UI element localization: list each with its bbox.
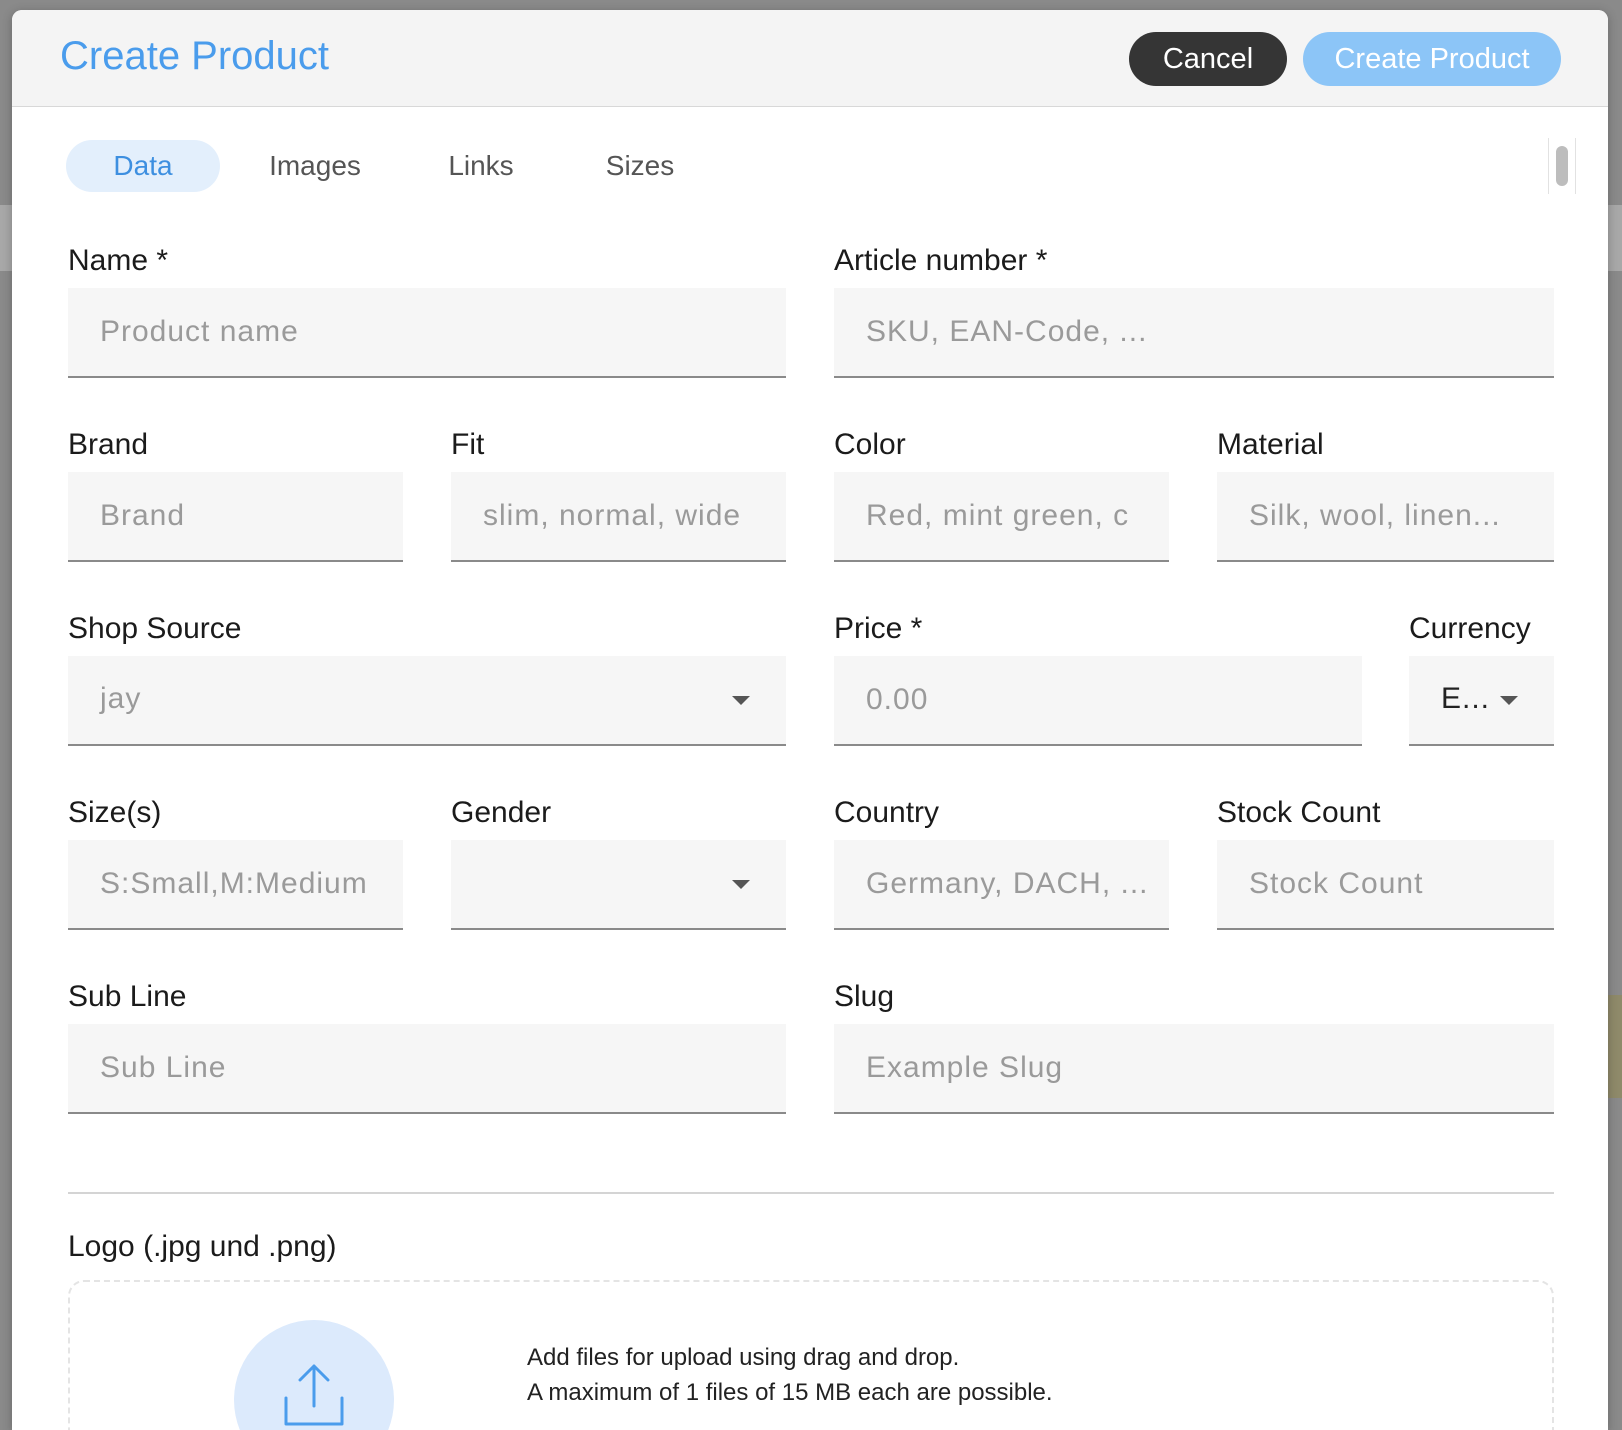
- currency-select[interactable]: E...: [1409, 656, 1554, 746]
- section-divider: [68, 1192, 1554, 1194]
- cancel-button[interactable]: Cancel: [1129, 32, 1287, 86]
- currency-label: Currency: [1409, 612, 1531, 645]
- chevron-down-icon: [1500, 696, 1518, 705]
- chevron-down-icon: [732, 696, 750, 705]
- modal-title: Create Product: [60, 34, 330, 78]
- fit-label: Fit: [451, 428, 485, 461]
- modal-header: Create Product Cancel Create Product: [12, 10, 1608, 107]
- scrollbar-thumb[interactable]: [1556, 146, 1568, 186]
- fit-input[interactable]: [483, 472, 766, 560]
- shop-source-select[interactable]: jay: [68, 656, 786, 746]
- stock-count-input[interactable]: [1249, 840, 1534, 928]
- slug-input[interactable]: [866, 1024, 1534, 1112]
- color-label: Color: [834, 428, 906, 461]
- gender-label: Gender: [451, 796, 552, 829]
- price-label: Price *: [834, 612, 923, 645]
- price-input[interactable]: [866, 656, 1342, 744]
- create-product-modal: Create Product Cancel Create Product Dat…: [12, 10, 1608, 1430]
- country-field: [834, 840, 1169, 930]
- tab-links[interactable]: Links: [421, 140, 541, 192]
- brand-field: [68, 472, 403, 562]
- tab-images[interactable]: Images: [238, 140, 392, 192]
- backdrop-highlight: [1608, 995, 1622, 1098]
- sizes-field: [68, 840, 403, 930]
- upload-hint-line1: Add files for upload using drag and drop…: [527, 1344, 960, 1371]
- sizes-input[interactable]: [100, 840, 383, 928]
- material-input[interactable]: [1249, 472, 1534, 560]
- article-number-input[interactable]: [866, 288, 1534, 376]
- price-field: [834, 656, 1362, 746]
- article-number-field: [834, 288, 1554, 378]
- logo-label: Logo (.jpg und .png): [68, 1230, 337, 1263]
- brand-input[interactable]: [100, 472, 383, 560]
- chevron-down-icon: [732, 880, 750, 889]
- gender-select[interactable]: [451, 840, 786, 930]
- color-field: [834, 472, 1169, 562]
- currency-value: E...: [1441, 682, 1491, 715]
- name-field: [68, 288, 786, 378]
- stock-count-field: [1217, 840, 1554, 930]
- sub-line-field: [68, 1024, 786, 1114]
- upload-button[interactable]: [234, 1320, 394, 1430]
- slug-field: [834, 1024, 1554, 1114]
- slug-label: Slug: [834, 980, 895, 1013]
- stock-count-label: Stock Count: [1217, 796, 1381, 829]
- upload-hint-line2: A maximum of 1 files of 15 MB each are p…: [527, 1379, 1053, 1406]
- fit-field: [451, 472, 786, 562]
- country-label: Country: [834, 796, 940, 829]
- create-product-button[interactable]: Create Product: [1303, 32, 1561, 86]
- name-input[interactable]: [100, 288, 766, 376]
- tab-sizes[interactable]: Sizes: [575, 140, 705, 192]
- country-input[interactable]: [866, 840, 1149, 928]
- shop-source-label: Shop Source: [68, 612, 242, 645]
- material-label: Material: [1217, 428, 1324, 461]
- tab-scrollbar[interactable]: [1548, 138, 1576, 194]
- shop-source-value: jay: [100, 682, 142, 715]
- name-label: Name *: [68, 244, 169, 277]
- upload-arrow-icon: [284, 1364, 344, 1426]
- material-field: [1217, 472, 1554, 562]
- brand-label: Brand: [68, 428, 149, 461]
- sub-line-input[interactable]: [100, 1024, 766, 1112]
- sub-line-label: Sub Line: [68, 980, 187, 1013]
- article-number-label: Article number *: [834, 244, 1048, 277]
- color-input[interactable]: [866, 472, 1149, 560]
- tab-data[interactable]: Data: [66, 140, 220, 192]
- sizes-label: Size(s): [68, 796, 162, 829]
